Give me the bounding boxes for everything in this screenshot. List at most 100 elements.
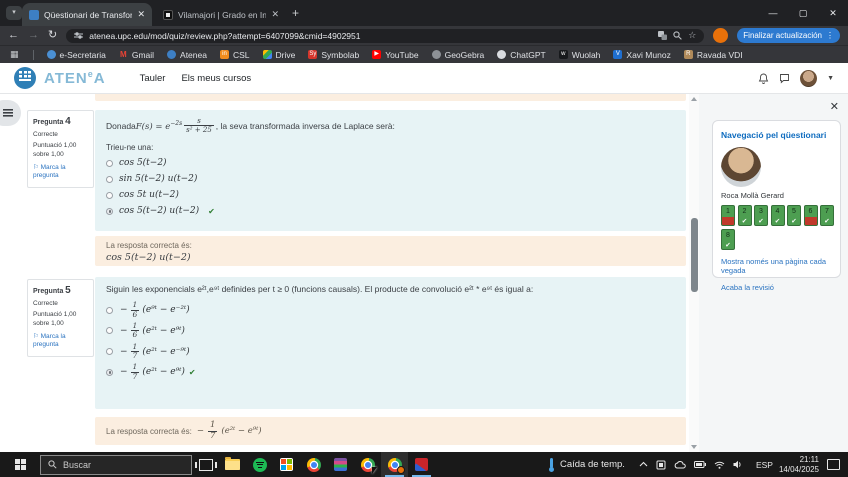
vertical-scrollbar[interactable]	[689, 94, 699, 452]
flag-question-link[interactable]: ⚐ Marca la pregunta	[33, 164, 88, 182]
start-button[interactable]	[0, 452, 40, 477]
bookmark-chatgpt[interactable]: ChatGPT	[497, 50, 546, 60]
answer-option[interactable]: − 16 (e²ᵗ − e⁹ᵗ)	[106, 321, 675, 340]
atenea-logo-icon[interactable]	[14, 67, 36, 89]
chrome-button[interactable]	[300, 452, 327, 477]
browser-profile-avatar[interactable]	[713, 28, 729, 43]
scroll-up-icon[interactable]	[691, 97, 697, 101]
messages-icon[interactable]	[779, 73, 790, 84]
bookmark-drive[interactable]: Drive	[262, 50, 295, 60]
course-index-toggle[interactable]	[0, 100, 21, 126]
answer-option-selected[interactable]: − 17 (e²ᵗ − e⁹ᵗ)	[106, 363, 675, 381]
address-bar[interactable]: atenea.upc.edu/mod/quiz/review.php?attem…	[66, 28, 705, 43]
question-nav-button-1[interactable]: 1	[721, 205, 735, 226]
action-center-icon[interactable]	[827, 459, 840, 470]
user-menu-caret-icon[interactable]: ▼	[827, 75, 834, 82]
question-nav-button-6[interactable]: 6	[803, 205, 818, 226]
bookmark-xavi-munoz[interactable]: V Xavi Munoz	[613, 50, 671, 60]
question-nav-button-8[interactable]: 8	[721, 228, 735, 250]
spotify-icon	[252, 457, 267, 472]
language-indicator[interactable]: ESP	[756, 460, 773, 470]
bookmark-geogebra[interactable]: GeoGebra	[431, 50, 484, 60]
flag-question-link[interactable]: ⚐ Marca la pregunta	[33, 333, 88, 351]
finish-review-link[interactable]: Acaba la revisió	[721, 283, 832, 293]
microsoft-store-button[interactable]	[273, 452, 300, 477]
tab-close-icon[interactable]: ✕	[271, 9, 279, 20]
wifi-icon[interactable]	[714, 461, 725, 469]
atenea-wordmark[interactable]: ATENeA	[44, 69, 106, 87]
file-explorer-button[interactable]	[219, 452, 246, 477]
chrome-profile2-button[interactable]	[354, 452, 381, 477]
maximize-button[interactable]: ▢	[788, 0, 818, 26]
question-nav-button-2[interactable]: 2	[737, 205, 752, 226]
media-app-button[interactable]	[408, 452, 435, 477]
winrar-button[interactable]	[327, 452, 354, 477]
notifications-bell-icon[interactable]	[758, 73, 769, 84]
minimize-button[interactable]: —	[758, 0, 788, 26]
radio-unselected[interactable]	[106, 159, 113, 167]
answer-option[interactable]: − 17 (e²ᵗ − e⁻⁹ᵗ)	[106, 342, 675, 361]
nav-my-courses-link[interactable]: Els meus cursos	[181, 73, 251, 84]
bookmark-youtube[interactable]: ▶ YouTube	[372, 50, 419, 60]
taskbar-clock[interactable]: 21:11 14/04/2025	[779, 455, 819, 475]
tab-search-chevron-icon[interactable]: ▾	[6, 6, 22, 20]
tab-close-icon[interactable]: ✕	[137, 9, 145, 20]
user-avatar[interactable]	[800, 69, 818, 87]
forward-button[interactable]: →	[28, 30, 39, 41]
answer-option[interactable]: − 16 (e⁹ᵗ − e⁻²ᵗ)	[106, 300, 675, 319]
radio-unselected[interactable]	[106, 327, 113, 335]
question-nav-button-4[interactable]: 4	[770, 205, 785, 226]
browser-menu-icon[interactable]: ⋮	[826, 31, 834, 40]
teams-tray-icon[interactable]	[656, 460, 666, 470]
site-settings-icon[interactable]	[74, 31, 84, 40]
question-nav-button-3[interactable]: 3	[754, 205, 768, 226]
radio-unselected[interactable]	[106, 306, 113, 314]
wuolah-icon: w	[558, 50, 568, 59]
zoom-indicator-icon[interactable]	[673, 31, 683, 40]
show-one-page-link[interactable]: Mostra només una pàgina cada vegada	[721, 257, 832, 277]
tab-quiz[interactable]: Qüestionari de Transformada d ✕	[22, 3, 152, 26]
question-nav-button-5[interactable]: 5	[787, 205, 801, 226]
radio-unselected[interactable]	[106, 191, 113, 199]
translate-icon[interactable]	[658, 31, 668, 40]
answer-option[interactable]: cos 5(t−2)	[106, 158, 675, 168]
onedrive-cloud-icon[interactable]	[674, 460, 686, 469]
radio-selected[interactable]	[106, 368, 113, 376]
drawer-close-icon[interactable]: ✕	[830, 100, 839, 113]
weather-widget[interactable]: Caída de temp.	[560, 459, 625, 470]
reload-button[interactable]: ↻	[48, 30, 57, 41]
radio-selected[interactable]	[106, 207, 113, 215]
bookmark-atenea[interactable]: Atenea	[167, 50, 207, 60]
scrollbar-thumb[interactable]	[690, 218, 698, 292]
bookmark-ravada-vdi[interactable]: R Ravada VDI	[683, 50, 743, 60]
battery-icon[interactable]	[693, 461, 706, 468]
radio-unselected[interactable]	[106, 175, 113, 183]
taskbar-search-input[interactable]: Buscar	[40, 454, 192, 475]
back-button[interactable]: ←	[8, 30, 19, 41]
nav-dashboard-link[interactable]: Tauler	[140, 73, 166, 84]
close-window-button[interactable]: ✕	[818, 0, 848, 26]
bookmark-csl[interactable]: in CSL	[219, 50, 250, 60]
bookmark-gmail[interactable]: M Gmail	[119, 50, 154, 60]
feedback-label: La resposta correcta és:	[106, 241, 192, 250]
finish-update-button[interactable]: Finalizar actualización ⋮	[737, 28, 840, 43]
bookmark-e-secretaria[interactable]: e-Secretaria	[46, 50, 106, 60]
bookmark-wuolah[interactable]: w Wuolah	[558, 50, 600, 60]
chrome-active-button[interactable]	[381, 452, 408, 477]
answer-option-selected[interactable]: cos 5(t−2) u(t−2)	[106, 206, 675, 216]
apps-grid-icon[interactable]: ▦	[10, 49, 20, 60]
fraction: 17	[130, 362, 140, 381]
volume-icon[interactable]	[733, 460, 742, 469]
tab-vilamajor[interactable]: Vilamajori | Grado en Ingenieria ✕	[156, 3, 286, 26]
spotify-button[interactable]	[246, 452, 273, 477]
question-nav-button-7[interactable]: 7	[820, 205, 834, 226]
bookmark-symbolab[interactable]: Sy Symbolab	[308, 50, 359, 60]
task-view-button[interactable]	[192, 452, 219, 477]
scroll-down-icon[interactable]	[691, 445, 697, 449]
new-tab-button[interactable]: +	[292, 6, 299, 20]
bookmark-star-icon[interactable]: ☆	[688, 30, 696, 41]
radio-unselected[interactable]	[106, 348, 113, 356]
tray-chevron-icon[interactable]	[639, 461, 648, 468]
answer-option[interactable]: cos 5t u(t−2)	[106, 190, 675, 200]
answer-option[interactable]: sin 5(t−2) u(t−2)	[106, 174, 675, 184]
